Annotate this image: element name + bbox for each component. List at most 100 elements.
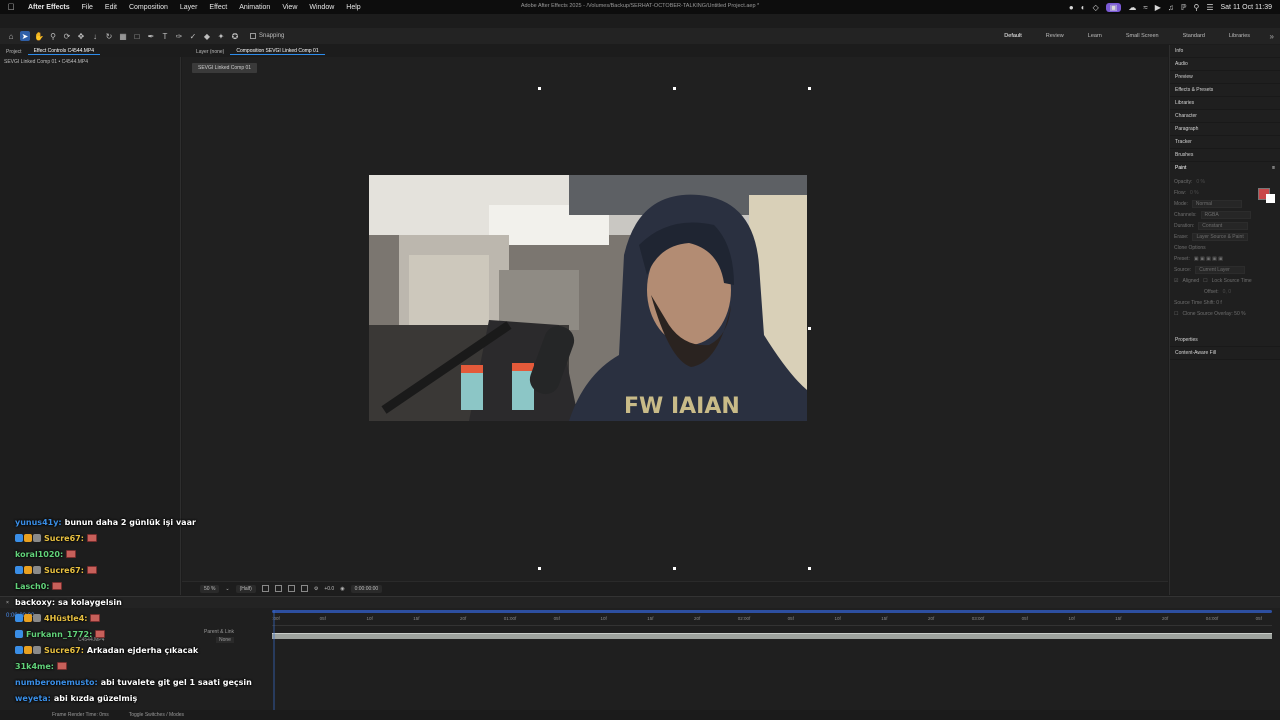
menu-app[interactable]: After Effects: [22, 4, 76, 11]
comp-handle[interactable]: [538, 87, 541, 90]
play-icon[interactable]: ▶: [1155, 3, 1161, 12]
aligned-checkbox[interactable]: ☑: [1174, 278, 1178, 284]
comp-timecode[interactable]: 0:00:00:00: [350, 584, 383, 593]
dropbox-icon[interactable]: ◇: [1093, 3, 1099, 12]
cloud-icon[interactable]: ☁: [1128, 3, 1136, 12]
clone-stamp-tool-icon[interactable]: ✓: [188, 31, 198, 41]
comp-handle[interactable]: [673, 87, 676, 90]
rotate-tool-icon[interactable]: ↻: [104, 31, 114, 41]
pan-tool-icon[interactable]: ✥: [76, 31, 86, 41]
roto-brush-tool-icon[interactable]: ✦: [216, 31, 226, 41]
color-management-icon[interactable]: ⚙: [314, 586, 318, 592]
chat-username[interactable]: numberonemusto:: [15, 678, 98, 687]
comp-handle[interactable]: [538, 567, 541, 570]
panel-tracker[interactable]: Tracker: [1170, 136, 1280, 149]
menu-composition[interactable]: Composition: [123, 4, 174, 11]
panel-audio[interactable]: Audio: [1170, 58, 1280, 71]
channels-select[interactable]: RGBA: [1200, 210, 1251, 219]
panel-libraries[interactable]: Libraries: [1170, 97, 1280, 110]
bluetooth-icon[interactable]: ℙ: [1181, 3, 1187, 12]
layer-duration-bar[interactable]: [272, 633, 1272, 639]
hamburger-icon[interactable]: ≡: [1272, 165, 1275, 171]
source-time-shift[interactable]: Source Time Shift: 0 f: [1174, 300, 1222, 306]
erase-select[interactable]: Layer Source & Paint: [1192, 232, 1248, 241]
chat-username[interactable]: yunus41y:: [15, 518, 62, 527]
clone-preset-icons[interactable]: ▣ ▣ ▣ ▣ ▣: [1194, 256, 1223, 262]
pen-tool-icon[interactable]: ✒: [146, 31, 156, 41]
transparency-grid-icon[interactable]: [274, 585, 282, 592]
toggle-switches-button[interactable]: Toggle Switches / Modes: [129, 712, 184, 718]
record-icon[interactable]: ●: [1069, 3, 1074, 12]
panel-character[interactable]: Character: [1170, 110, 1280, 123]
pan-behind-tool-icon[interactable]: ▦: [118, 31, 128, 41]
chat-username[interactable]: weyeta:: [15, 694, 51, 703]
puppet-tool-icon[interactable]: ✪: [230, 31, 240, 41]
chat-username[interactable]: Lasch0:: [15, 582, 49, 591]
video-frame[interactable]: FW IAIAN: [369, 175, 807, 421]
hand-tool-icon[interactable]: ✋: [34, 31, 44, 41]
panel-content-aware-fill[interactable]: Content-Aware Fill: [1170, 347, 1280, 360]
duration-select[interactable]: Constant: [1198, 221, 1249, 230]
clock[interactable]: Sat 11 Oct 11:39: [1221, 4, 1273, 11]
tab-project[interactable]: Project: [0, 49, 28, 55]
orbit-tool-icon[interactable]: ⟳: [62, 31, 72, 41]
workspace-small-screen[interactable]: Small Screen: [1114, 33, 1171, 39]
panel-paragraph[interactable]: Paragraph: [1170, 123, 1280, 136]
home-icon[interactable]: ⌂: [6, 31, 16, 41]
background-color-swatch[interactable]: [1266, 194, 1275, 203]
opacity-value[interactable]: 0 %: [1196, 179, 1205, 185]
panel-preview[interactable]: Preview: [1170, 71, 1280, 84]
offset-value[interactable]: 0, 0: [1223, 289, 1231, 295]
volume-icon[interactable]: ♫: [1168, 3, 1174, 12]
snapping-checkbox[interactable]: [250, 33, 256, 39]
mode-select[interactable]: Normal: [1191, 199, 1242, 208]
workspace-libraries[interactable]: Libraries: [1217, 33, 1262, 39]
panel-effects-presets[interactable]: Effects & Presets: [1170, 84, 1280, 97]
selection-tool-icon[interactable]: ➤: [20, 31, 30, 41]
mask-visibility-icon[interactable]: [287, 585, 295, 592]
control-center-icon[interactable]: ☰: [1206, 3, 1213, 12]
clone-overlay-checkbox[interactable]: ☐: [1174, 311, 1178, 317]
workspace-default[interactable]: Default: [992, 33, 1033, 39]
comp-handle[interactable]: [808, 87, 811, 90]
chat-username[interactable]: Sucre67:: [44, 646, 84, 655]
comp-handle[interactable]: [808, 327, 811, 330]
snapping-toggle[interactable]: Snapping: [250, 33, 284, 39]
panel-info[interactable]: Info: [1170, 45, 1280, 58]
tab-layer[interactable]: Layer (none): [190, 49, 230, 55]
workspace-review[interactable]: Review: [1034, 33, 1076, 39]
zoom-tool-icon[interactable]: ⚲: [48, 31, 58, 41]
screen-share-icon[interactable]: ▣: [1105, 2, 1122, 12]
time-navigator[interactable]: [272, 610, 1272, 613]
wifi-icon[interactable]: ≈: [1143, 3, 1147, 12]
comp-handle[interactable]: [808, 567, 811, 570]
chat-username[interactable]: 4Hüstle4:: [44, 614, 87, 623]
clone-overlay-label[interactable]: Clone Source Overlay: 50 %: [1182, 311, 1245, 317]
workspace-standard[interactable]: Standard: [1171, 33, 1217, 39]
dolly-tool-icon[interactable]: ↓: [90, 31, 100, 41]
comp-name-tag[interactable]: SEVGI Linked Comp 01: [192, 63, 258, 73]
menu-window[interactable]: Window: [303, 4, 340, 11]
menu-file[interactable]: File: [76, 4, 99, 11]
chat-username[interactable]: koral1020:: [15, 550, 63, 559]
workspace-overflow-icon[interactable]: »: [1270, 32, 1274, 41]
chat-username[interactable]: 31k4me:: [15, 662, 54, 671]
eraser-tool-icon[interactable]: ◆: [202, 31, 212, 41]
menu-edit[interactable]: Edit: [99, 4, 123, 11]
time-ruler[interactable]: :00f 05f 10f 15f 20f 01:00f 05f 10f 15f 20f 02:00f…: [272, 610, 1272, 626]
type-tool-icon[interactable]: T: [160, 31, 170, 41]
snapshot-icon[interactable]: ◉: [340, 586, 344, 592]
panel-brushes[interactable]: Brushes: [1170, 149, 1280, 162]
menu-help[interactable]: Help: [340, 4, 366, 11]
flow-value[interactable]: 0 %: [1190, 190, 1199, 196]
search-icon[interactable]: ⚲: [1193, 3, 1199, 12]
comp-handle[interactable]: [673, 567, 676, 570]
tab-composition[interactable]: Composition SEVGI Linked Comp 01: [230, 48, 325, 55]
tab-effect-controls[interactable]: Effect Controls C4544.MP4: [27, 48, 101, 55]
grid-guide-icon[interactable]: [300, 585, 308, 592]
chat-username[interactable]: backoxy:: [15, 598, 55, 607]
paint-panel-header[interactable]: Paint ≡: [1170, 162, 1280, 174]
region-of-interest-icon[interactable]: [261, 585, 269, 592]
workspace-learn[interactable]: Learn: [1076, 33, 1114, 39]
close-icon[interactable]: ×: [6, 600, 9, 606]
